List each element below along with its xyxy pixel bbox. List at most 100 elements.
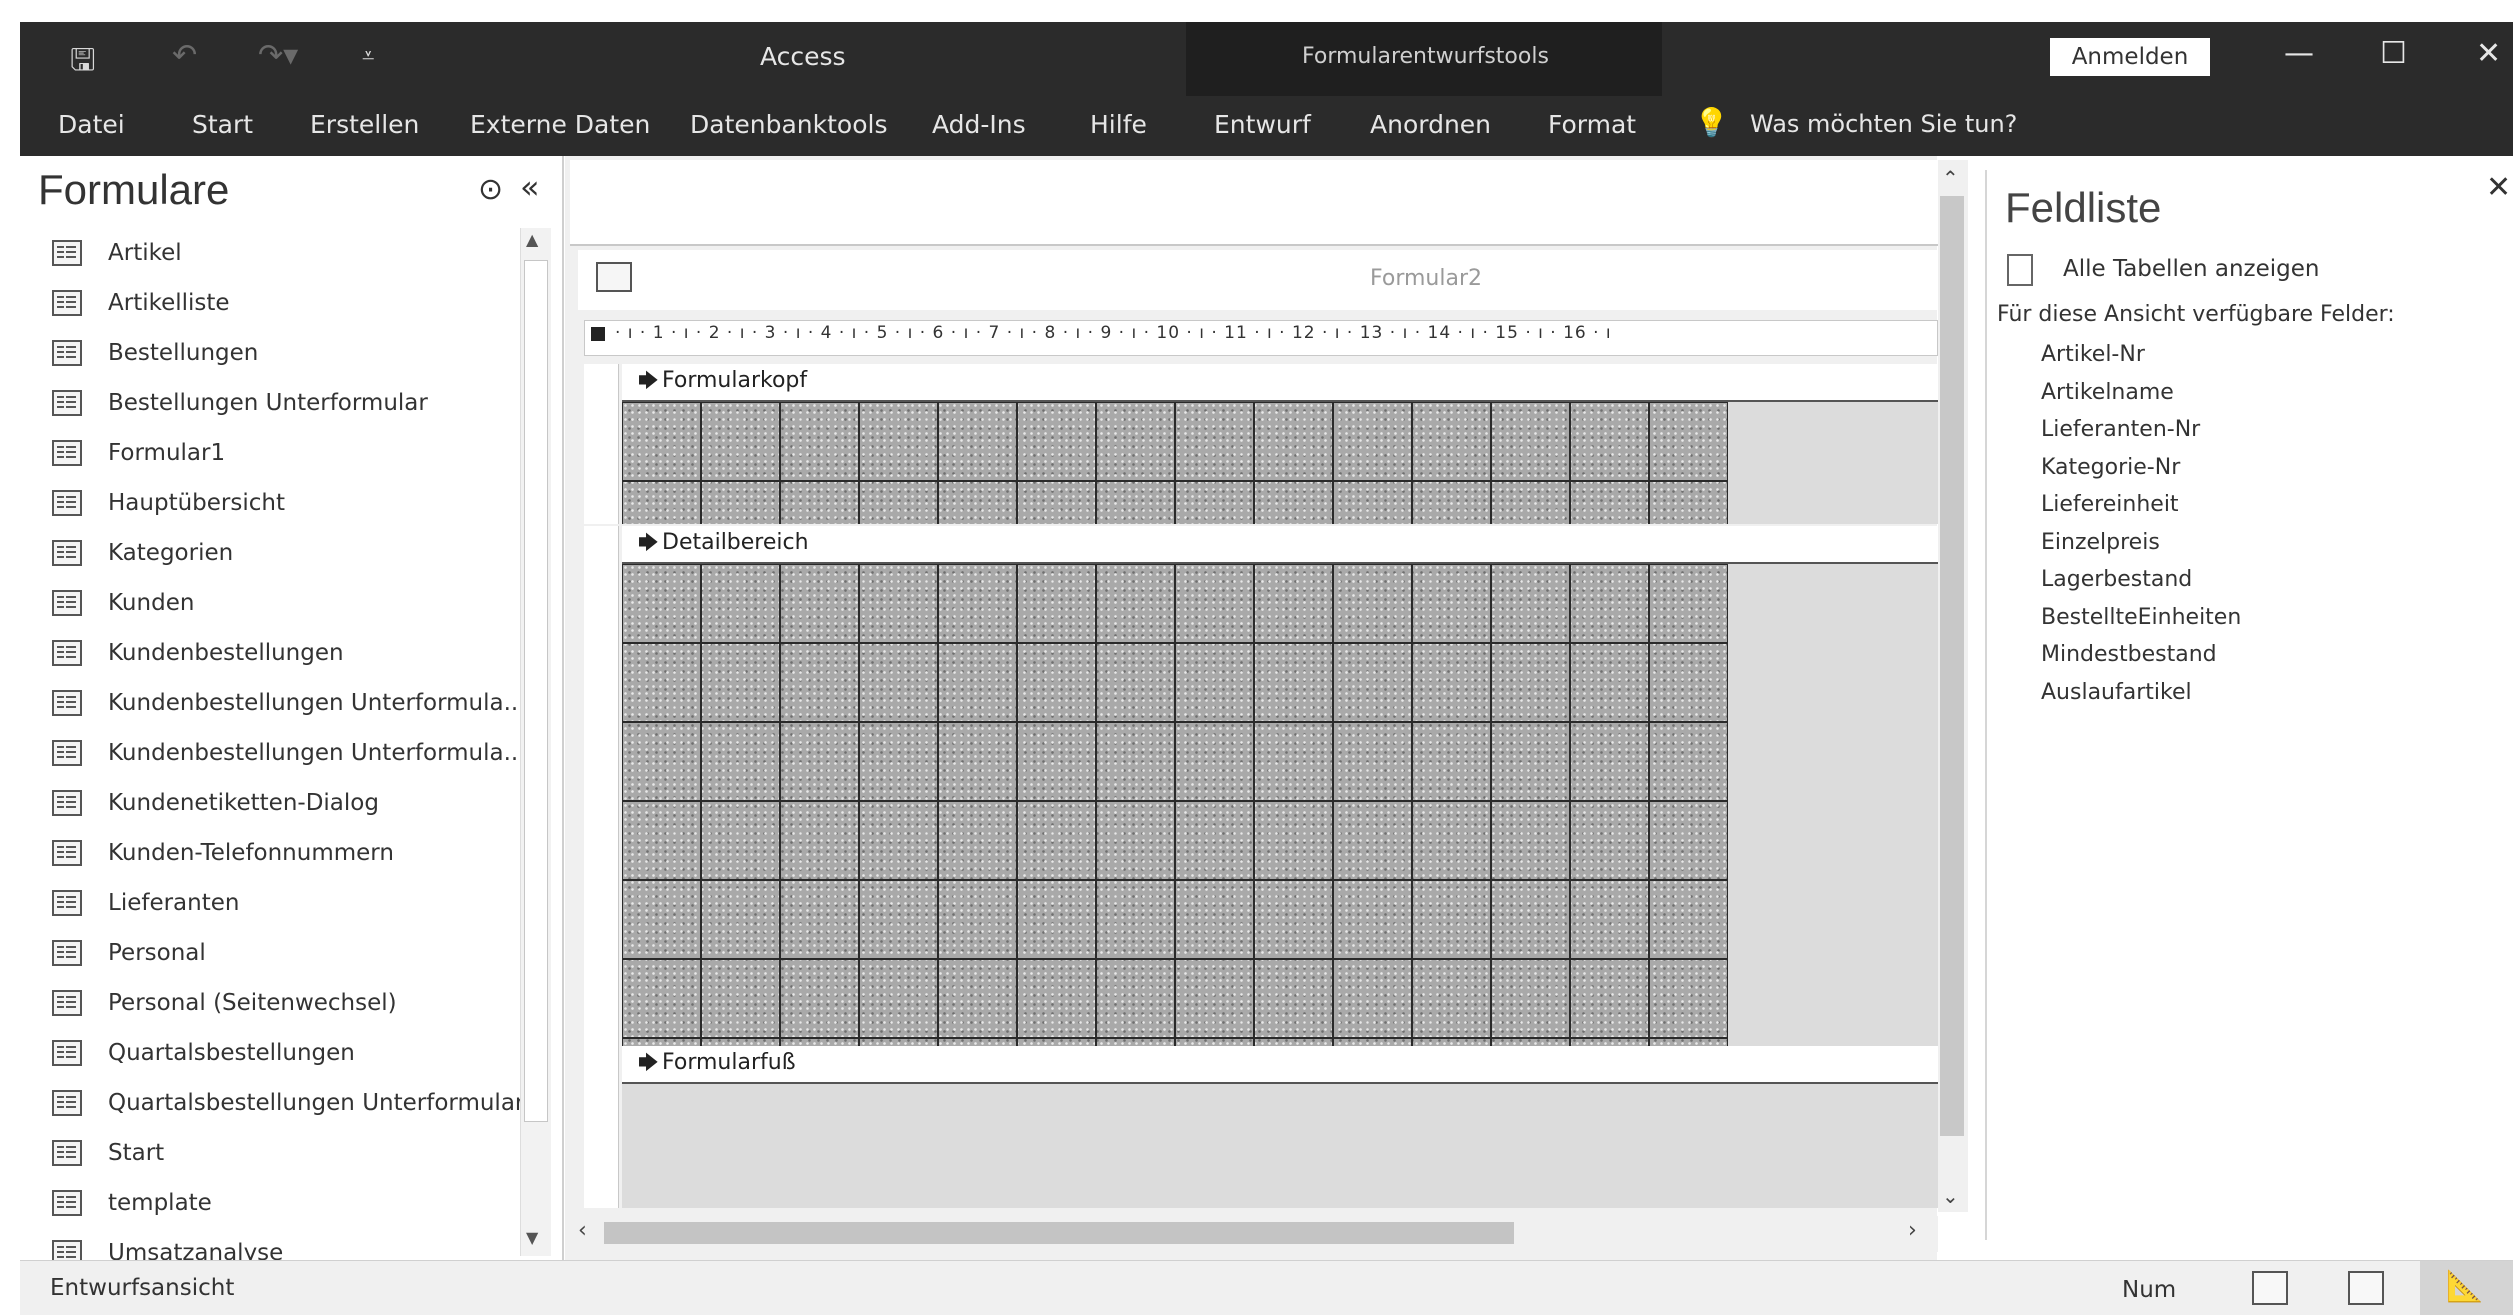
nav-item[interactable]: Kunden-Telefonnummern xyxy=(20,830,520,880)
nav-item[interactable]: Kundenetiketten-Dialog xyxy=(20,780,520,830)
tab-start[interactable]: Start xyxy=(192,110,253,139)
undo-icon[interactable]: ↶ xyxy=(172,38,197,73)
scroll-up-icon[interactable]: ▲ xyxy=(526,230,538,249)
tab-externe-daten[interactable]: Externe Daten xyxy=(470,110,650,139)
nav-item-label: Start xyxy=(108,1140,165,1166)
field-item[interactable]: Liefereinheit xyxy=(2041,492,2179,517)
tab-anordnen[interactable]: Anordnen xyxy=(1370,110,1491,139)
collapse-pane-icon[interactable]: « xyxy=(520,168,540,206)
status-bar: Entwurfsansicht Num 📐 xyxy=(20,1260,2513,1315)
nav-item-label: Quartalsbestellungen Unterformular xyxy=(108,1090,520,1116)
form-icon xyxy=(52,240,82,266)
nav-item-label: template xyxy=(108,1190,212,1216)
tab-entwurf[interactable]: Entwurf xyxy=(1214,110,1311,139)
scroll-up-icon[interactable]: ⌃ xyxy=(1942,166,1959,190)
close-icon[interactable]: ✕ xyxy=(2476,36,2501,71)
nav-item[interactable]: Bestellungen xyxy=(20,330,520,380)
close-field-list-icon[interactable]: ✕ xyxy=(2486,170,2511,205)
nav-item-label: Kundenbestellungen Unterformula... xyxy=(108,690,520,716)
form-select-box[interactable] xyxy=(591,327,605,341)
nav-item[interactable]: Artikelliste xyxy=(20,280,520,330)
nav-item-label: Kategorien xyxy=(108,540,234,566)
nav-item[interactable]: Umsatzanalyse xyxy=(20,1230,520,1260)
field-item[interactable]: Artikelname xyxy=(2041,380,2174,405)
form-icon xyxy=(52,340,82,366)
scroll-down-icon[interactable]: ⌄ xyxy=(1942,1184,1959,1208)
field-item[interactable]: Einzelpreis xyxy=(2041,530,2160,555)
field-item[interactable]: Lagerbestand xyxy=(2041,567,2192,592)
field-item[interactable]: Auslaufartikel xyxy=(2041,680,2192,705)
form-icon xyxy=(52,1040,82,1066)
minimize-icon[interactable]: — xyxy=(2284,36,2314,71)
tab-add-ins[interactable]: Add-Ins xyxy=(932,110,1026,139)
nav-item[interactable]: Kundenbestellungen Unterformula... xyxy=(20,730,520,780)
design-view-button[interactable]: 📐 xyxy=(2420,1261,2513,1315)
section-arrow-icon: 🡆 xyxy=(638,1050,659,1074)
nav-item[interactable]: Artikel xyxy=(20,230,520,280)
form-icon xyxy=(52,540,82,566)
field-item[interactable]: Lieferanten-Nr xyxy=(2041,417,2200,442)
form-icon xyxy=(52,690,82,716)
design-horizontal-thumb[interactable] xyxy=(604,1222,1514,1244)
app-title: Access xyxy=(760,42,846,71)
form-icon xyxy=(52,590,82,616)
nav-item[interactable]: Kundenbestellungen xyxy=(20,630,520,680)
tab-datei[interactable]: Datei xyxy=(58,110,125,139)
header-grid[interactable] xyxy=(622,402,1728,524)
field-list-title: Feldliste xyxy=(2005,184,2162,231)
nav-item[interactable]: Kategorien xyxy=(20,530,520,580)
nav-item[interactable]: Kundenbestellungen Unterformula... xyxy=(20,680,520,730)
section-detail-bar[interactable]: 🡆 Detailbereich xyxy=(622,526,1938,565)
nav-item-label: Lieferanten xyxy=(108,890,240,916)
save-icon[interactable]: 🖫 xyxy=(70,38,96,89)
nav-item-list: Artikel Artikelliste Bestellungen Bestellun… xyxy=(20,156,520,1260)
footer-area[interactable] xyxy=(622,1084,1938,1208)
nav-item[interactable]: Bestellungen Unterformular xyxy=(20,380,520,430)
nav-item[interactable]: Hauptübersicht xyxy=(20,480,520,530)
tell-me-search[interactable]: Was möchten Sie tun? xyxy=(1750,110,2017,138)
tab-datenbanktools[interactable]: Datenbanktools xyxy=(690,110,887,139)
nav-item[interactable]: template xyxy=(20,1180,520,1230)
field-item[interactable]: Artikel-Nr xyxy=(2041,342,2145,367)
design-vertical-thumb[interactable] xyxy=(1940,196,1964,1136)
signin-button[interactable]: Anmelden xyxy=(2050,38,2210,76)
form-icon xyxy=(52,890,82,916)
tab-format[interactable]: Format xyxy=(1548,110,1636,139)
section-header-bar[interactable]: 🡆 Formularkopf xyxy=(622,364,1938,403)
layout-view-icon[interactable] xyxy=(2348,1271,2384,1305)
nav-item-label: Umsatzanalyse xyxy=(108,1240,284,1260)
nav-item-label: Bestellungen xyxy=(108,340,259,366)
form-view-icon[interactable] xyxy=(2252,1271,2288,1305)
section-label: Formularkopf xyxy=(662,368,808,393)
section-footer-bar[interactable]: 🡆 Formularfuß xyxy=(622,1046,1938,1085)
maximize-icon[interactable]: ☐ xyxy=(2380,36,2407,71)
field-item[interactable]: BestellteEinheiten xyxy=(2041,605,2241,630)
field-item[interactable]: Mindestbestand xyxy=(2041,642,2217,667)
tab-hilfe[interactable]: Hilfe xyxy=(1090,110,1147,139)
scroll-down-icon[interactable]: ▼ xyxy=(526,1228,538,1247)
form-icon xyxy=(52,1090,82,1116)
show-all-tables-link[interactable]: Alle Tabellen anzeigen xyxy=(2063,256,2320,282)
nav-item[interactable]: Quartalsbestellungen xyxy=(20,1030,520,1080)
nav-item[interactable]: Personal xyxy=(20,930,520,980)
nav-item[interactable]: Formular1 xyxy=(20,430,520,480)
nav-scroll-thumb[interactable] xyxy=(524,260,548,1122)
redo-icon[interactable]: ↷▾ xyxy=(258,38,298,73)
nav-item[interactable]: Personal (Seitenwechsel) xyxy=(20,980,520,1030)
tab-erstellen[interactable]: Erstellen xyxy=(310,110,419,139)
scroll-right-icon[interactable]: › xyxy=(1908,1218,1917,1243)
show-tables-icon[interactable] xyxy=(2007,254,2033,286)
nav-item-label: Kundenbestellungen xyxy=(108,640,344,666)
scroll-left-icon[interactable]: ‹ xyxy=(578,1218,587,1243)
detail-grid[interactable] xyxy=(622,564,1728,1046)
customize-qat-icon[interactable]: ⩡ xyxy=(362,44,374,69)
field-item[interactable]: Kategorie-Nr xyxy=(2041,455,2180,480)
form-icon xyxy=(52,990,82,1016)
ruler-marks: · ı · 1 · ı · 2 · ı · 3 · ı · 4 · ı · 5 … xyxy=(615,323,1612,343)
nav-item[interactable]: Lieferanten xyxy=(20,880,520,930)
vertical-ruler-footer xyxy=(584,1046,619,1208)
nav-item[interactable]: Start xyxy=(20,1130,520,1180)
nav-item[interactable]: Kunden xyxy=(20,580,520,630)
nav-item[interactable]: Quartalsbestellungen Unterformular xyxy=(20,1080,520,1130)
form-selector-icon[interactable] xyxy=(596,262,632,292)
